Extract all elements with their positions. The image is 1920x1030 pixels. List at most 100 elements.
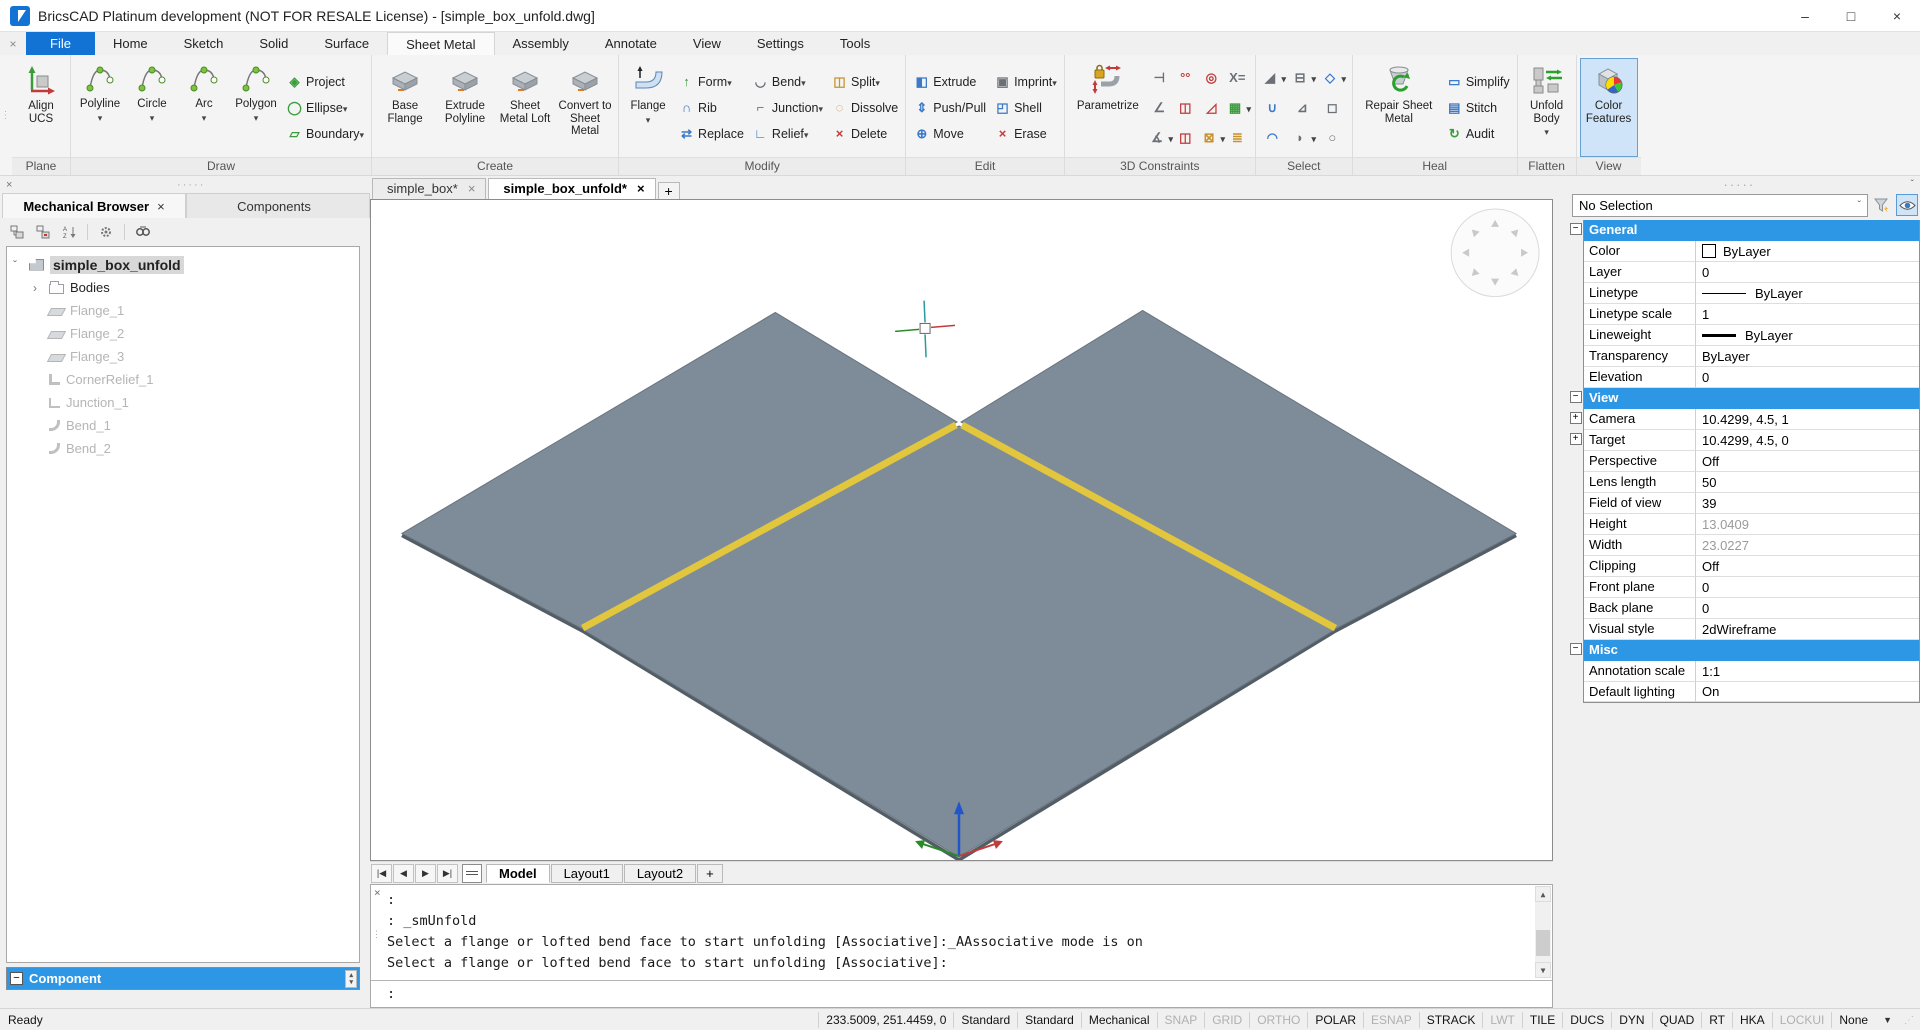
ribbon-tab[interactable]: Tools <box>822 32 888 55</box>
parametrize-button[interactable]: Parametrize <box>1068 58 1148 157</box>
highlight-eye-icon[interactable] <box>1896 194 1918 216</box>
new-layout-button[interactable]: + <box>697 864 723 883</box>
constraint-tool-button[interactable]: ∡ <box>1148 123 1174 153</box>
property-row[interactable]: Height 13.0409 <box>1568 514 1920 535</box>
status-toggle[interactable]: STRACK <box>1419 1012 1483 1028</box>
layout-tab[interactable]: Layout1 <box>551 864 623 883</box>
constraint-tool-button[interactable]: ◫ <box>1174 123 1200 153</box>
status-toggle[interactable]: LOCKUI <box>1772 1012 1832 1028</box>
draw-small-button[interactable]: ◈ Project <box>282 69 368 95</box>
status-toggle[interactable]: HKA <box>1732 1012 1772 1028</box>
drawing-canvas[interactable] <box>370 199 1553 861</box>
property-row[interactable]: Perspective Off <box>1568 451 1920 472</box>
ribbon-drag-handle[interactable]: ⋮ <box>0 55 12 175</box>
create-tool-button[interactable]: Extrude Polyline <box>435 58 495 157</box>
constraint-tool-button[interactable]: ◫ <box>1174 93 1200 123</box>
constraint-tool-button[interactable]: X= <box>1226 63 1252 93</box>
property-row[interactable]: − Misc <box>1568 640 1920 661</box>
last-layout-icon[interactable]: ▶| <box>437 864 458 883</box>
constraint-tool-button[interactable]: ◿ <box>1200 93 1226 123</box>
tree-item[interactable]: Flange_3 <box>7 345 359 368</box>
collapse-section-icon[interactable]: − <box>10 972 23 985</box>
document-tab[interactable]: simple_box* × <box>372 178 486 199</box>
command-input[interactable]: : <box>371 980 1552 1007</box>
layout-tab[interactable]: Model <box>486 864 550 883</box>
property-row[interactable]: Lineweight ByLayer <box>1568 325 1920 346</box>
sort-az-icon[interactable]: AZ <box>58 222 80 242</box>
modify-small-button[interactable]: ◌ Dissolve <box>827 95 902 121</box>
status-toggle[interactable]: ESNAP <box>1363 1012 1419 1028</box>
repair-sheet-metal-button[interactable]: Repair Sheet Metal <box>1356 58 1442 157</box>
tree-item[interactable]: Flange_2 <box>7 322 359 345</box>
prev-layout-icon[interactable]: ◀ <box>393 864 414 883</box>
select-tool-button[interactable]: ∪ <box>1259 93 1289 123</box>
status-toggle[interactable]: ORTHO <box>1249 1012 1307 1028</box>
property-row[interactable]: Transparency ByLayer <box>1568 346 1920 367</box>
status-toggle[interactable]: None <box>1831 1012 1875 1028</box>
flange-button[interactable]: Flange <box>622 58 674 157</box>
constraint-tool-button[interactable]: ▦ <box>1226 93 1252 123</box>
collapse-tree-icon[interactable] <box>6 222 28 242</box>
property-row[interactable]: + Camera 10.4299, 4.5, 1 <box>1568 409 1920 430</box>
ribbon-tab[interactable]: Annotate <box>587 32 675 55</box>
panel-drag-handle[interactable]: ····· <box>1724 177 1756 192</box>
create-tool-button[interactable]: Sheet Metal Loft <box>495 58 555 157</box>
ribbon-tab[interactable]: Settings <box>739 32 822 55</box>
status-menu-caret-icon[interactable]: ▼ <box>1875 1015 1900 1025</box>
scroll-thumb[interactable] <box>1536 930 1550 956</box>
heal-small-button[interactable]: ▭ Simplify <box>1442 69 1514 95</box>
ribbon-tab[interactable]: Sheet Metal <box>387 32 494 55</box>
row-expander-icon[interactable]: − <box>1570 223 1582 235</box>
tree-expander-icon[interactable]: › <box>33 281 47 295</box>
ribbon-tab[interactable]: Sketch <box>166 32 242 55</box>
draw-tool-button[interactable]: Circle <box>126 58 178 157</box>
panel-collapse-icon[interactable]: ˇ <box>1911 179 1914 190</box>
next-layout-icon[interactable]: ▶ <box>415 864 436 883</box>
tree-item[interactable]: Bend_2 <box>7 437 359 460</box>
select-tool-button[interactable]: ◢ <box>1259 63 1289 93</box>
select-tool-button[interactable]: ⊿ <box>1289 93 1319 123</box>
property-row[interactable]: Lens length 50 <box>1568 472 1920 493</box>
create-tool-button[interactable]: Convert to Sheet Metal <box>555 58 615 157</box>
section-spinner[interactable]: ▴▾ <box>345 970 357 988</box>
modify-small-button[interactable]: ◫ Split <box>827 69 902 95</box>
search-icon[interactable] <box>132 222 154 242</box>
ribbon-tab[interactable]: File <box>26 32 95 55</box>
tab-close-icon[interactable]: × <box>468 181 476 196</box>
draw-tool-button[interactable]: Polyline <box>74 58 126 157</box>
unfold-body-button[interactable]: Unfold Body <box>1521 58 1573 157</box>
status-toggle[interactable]: RT <box>1701 1012 1732 1028</box>
select-tool-button[interactable]: ◻ <box>1319 93 1349 123</box>
row-expander-icon[interactable]: + <box>1570 412 1582 424</box>
close-button[interactable]: × <box>1874 0 1920 31</box>
scroll-down-icon[interactable]: ▼ <box>1535 962 1551 978</box>
draw-tool-button[interactable]: Polygon <box>230 58 282 157</box>
modify-small-button[interactable]: ∩ Rib <box>674 95 748 121</box>
tree-item[interactable]: Bend_1 <box>7 414 359 437</box>
property-row[interactable]: Linetype scale 1 <box>1568 304 1920 325</box>
tree-item[interactable]: › Bodies <box>7 276 359 299</box>
command-drag-handle[interactable]: ⋮ <box>372 933 381 938</box>
status-toggle[interactable]: POLAR <box>1307 1012 1363 1028</box>
status-toggle[interactable]: SNAP <box>1157 1012 1205 1028</box>
property-row[interactable]: Default lighting On <box>1568 682 1920 703</box>
edit-small-button[interactable]: ◰ Shell <box>990 95 1061 121</box>
tree-item[interactable]: Junction_1 <box>7 391 359 414</box>
selection-dropdown[interactable]: No Selection ˇ <box>1572 194 1868 217</box>
row-expander-icon[interactable]: + <box>1570 433 1582 445</box>
draw-tool-button[interactable]: Arc <box>178 58 230 157</box>
ribbon-tab[interactable]: View <box>675 32 739 55</box>
tree-expander-icon[interactable]: ˇ <box>13 258 27 272</box>
constraint-tool-button[interactable]: °° <box>1174 63 1200 93</box>
align-ucs-button[interactable]: Align UCS <box>15 58 67 157</box>
tab-close-icon[interactable]: × <box>637 181 645 196</box>
modify-small-button[interactable]: × Delete <box>827 121 902 147</box>
property-row[interactable]: Elevation 0 <box>1568 367 1920 388</box>
tree-item[interactable]: CornerRelief_1 <box>7 368 359 391</box>
property-row[interactable]: Visual style 2dWireframe <box>1568 619 1920 640</box>
constraint-tool-button[interactable]: ◎ <box>1200 63 1226 93</box>
property-row[interactable]: Width 23.0227 <box>1568 535 1920 556</box>
ribbon-tab[interactable]: Assembly <box>495 32 587 55</box>
modify-small-button[interactable]: ⌐ Junction <box>748 95 827 121</box>
property-row[interactable]: + Target 10.4299, 4.5, 0 <box>1568 430 1920 451</box>
